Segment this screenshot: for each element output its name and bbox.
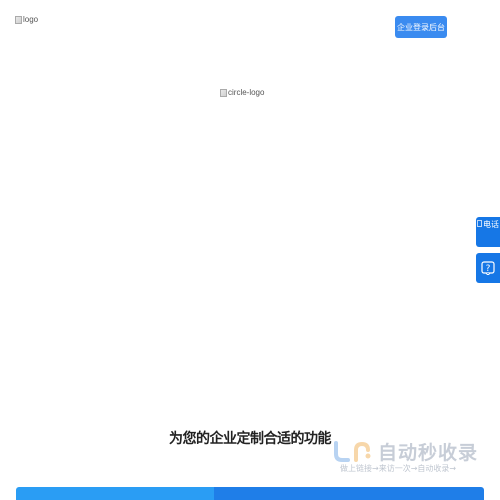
help-icon: ?	[481, 261, 495, 275]
side-help-button[interactable]: ?	[476, 253, 500, 283]
bottom-banner-right	[214, 487, 484, 500]
side-phone-button[interactable]: 电话	[476, 217, 500, 247]
watermark: 自动秒收录 做上链接→来访一次→自动收录→	[330, 438, 485, 478]
watermark-title: 自动秒收录	[378, 442, 479, 464]
phone-icon	[477, 220, 482, 227]
side-phone-label: 电话	[483, 220, 499, 229]
logo-image[interactable]: logo	[15, 15, 38, 24]
circle-logo-alt-text: circle-logo	[228, 88, 265, 97]
broken-image-icon	[220, 88, 227, 97]
bottom-banner	[16, 487, 484, 500]
bottom-banner-left	[16, 487, 214, 500]
logo-alt-text: logo	[23, 15, 39, 24]
watermark-subtitle: 做上链接→来访一次→自动收录→	[340, 464, 457, 473]
help-icon-label: ?	[486, 264, 491, 274]
circle-logo-image: circle-logo	[220, 88, 264, 97]
broken-image-icon	[15, 15, 22, 24]
watermark-logo-icon	[334, 441, 371, 462]
enterprise-login-label: 企业登录后台	[397, 22, 445, 32]
enterprise-login-button[interactable]: 企业登录后台	[395, 16, 447, 38]
